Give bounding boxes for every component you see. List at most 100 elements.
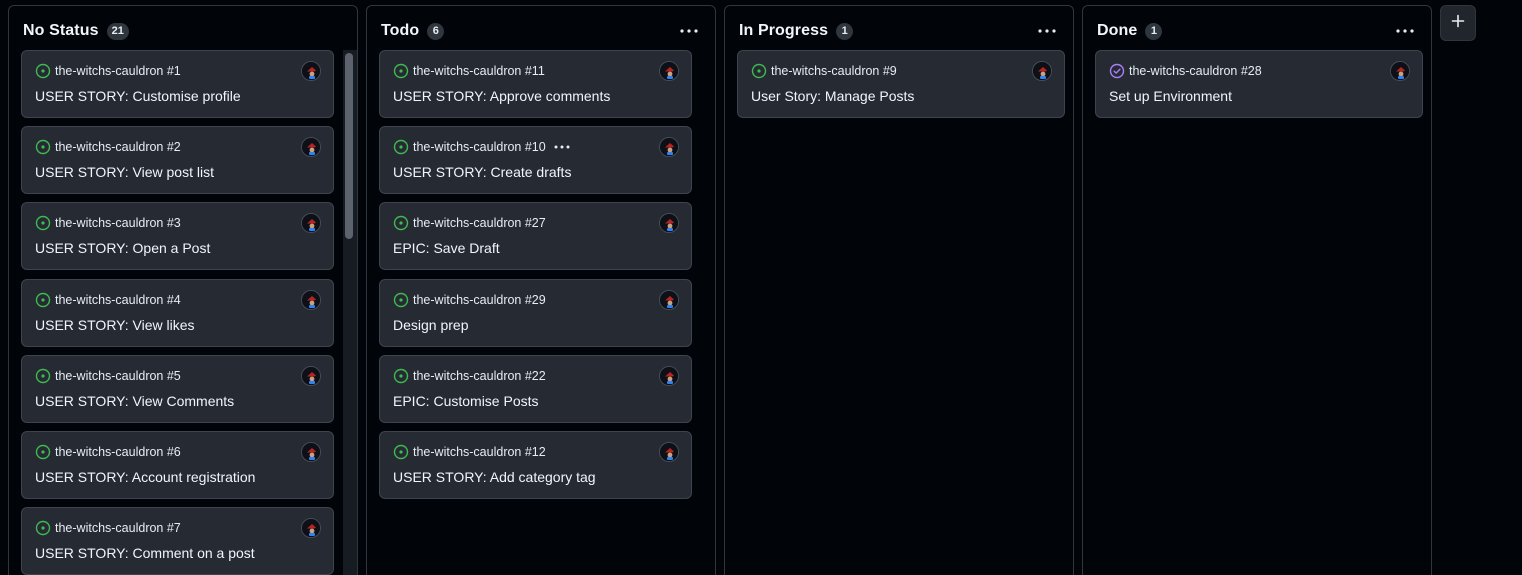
card-meta: the-witchs-cauldron #6 [35, 444, 181, 460]
scrollbar-thumb[interactable] [345, 53, 353, 239]
issue-card[interactable]: the-witchs-cauldron #5 USER STORY: View … [21, 355, 334, 423]
issue-title[interactable]: USER STORY: Account registration [35, 469, 255, 485]
column-title: In Progress [739, 22, 829, 39]
card-meta: the-witchs-cauldron #27 [393, 215, 546, 231]
avatar[interactable] [301, 213, 321, 233]
issue-reference[interactable]: the-witchs-cauldron #3 [55, 216, 181, 230]
issue-card[interactable]: the-witchs-cauldron #28 Set up Environme… [1095, 50, 1423, 118]
issue-card[interactable]: the-witchs-cauldron #1 USER STORY: Custo… [21, 50, 334, 118]
card-meta: the-witchs-cauldron #10 [393, 139, 570, 155]
avatar[interactable] [1032, 61, 1052, 81]
issue-reference[interactable]: the-witchs-cauldron #27 [413, 216, 546, 230]
column-menu-kebab-icon[interactable] [1033, 21, 1061, 41]
card-meta: the-witchs-cauldron #7 [35, 520, 181, 536]
issue-title[interactable]: USER STORY: Add category tag [393, 469, 596, 485]
issue-reference[interactable]: the-witchs-cauldron #2 [55, 140, 181, 154]
avatar[interactable] [659, 61, 679, 81]
issue-reference[interactable]: the-witchs-cauldron #7 [55, 521, 181, 535]
issue-opened-icon [393, 444, 409, 460]
avatar[interactable] [659, 290, 679, 310]
issue-title[interactable]: USER STORY: View Comments [35, 393, 234, 409]
avatar[interactable] [659, 366, 679, 386]
issue-opened-icon [35, 444, 51, 460]
issue-reference[interactable]: the-witchs-cauldron #10 [413, 140, 546, 154]
issue-title[interactable]: USER STORY: View likes [35, 317, 195, 333]
avatar[interactable] [301, 290, 321, 310]
issue-title[interactable]: USER STORY: Comment on a post [35, 545, 255, 561]
card-more-options-icon[interactable] [554, 145, 570, 149]
issue-card[interactable]: the-witchs-cauldron #11 USER STORY: Appr… [379, 50, 692, 118]
card-meta: the-witchs-cauldron #2 [35, 139, 181, 155]
issue-card[interactable]: the-witchs-cauldron #29 Design prep [379, 279, 692, 347]
card-meta: the-witchs-cauldron #22 [393, 368, 546, 384]
avatar[interactable] [301, 442, 321, 462]
issue-opened-icon [393, 63, 409, 79]
issue-opened-icon [35, 215, 51, 231]
issue-opened-icon [35, 520, 51, 536]
avatar[interactable] [1390, 61, 1410, 81]
avatar[interactable] [301, 518, 321, 538]
column-title: No Status [23, 22, 99, 39]
column-no-status: No Status 21 the-witchs-cauldron #1 USER… [8, 5, 358, 575]
column-scrollbar[interactable] [343, 50, 357, 575]
column-count-badge: 1 [836, 22, 854, 40]
issue-title[interactable]: User Story: Manage Posts [751, 88, 914, 104]
column-in-progress: In Progress 1 the-witchs-cauldron #9 Use… [724, 5, 1074, 575]
issue-title[interactable]: USER STORY: Open a Post [35, 240, 210, 256]
column-count-badge: 21 [106, 22, 129, 40]
avatar[interactable] [659, 137, 679, 157]
avatar[interactable] [301, 366, 321, 386]
card-meta: the-witchs-cauldron #4 [35, 292, 181, 308]
column-header: In Progress 1 [739, 20, 1063, 42]
card-meta: the-witchs-cauldron #3 [35, 215, 181, 231]
avatar[interactable] [301, 137, 321, 157]
issue-card[interactable]: the-witchs-cauldron #4 USER STORY: View … [21, 279, 334, 347]
issue-reference[interactable]: the-witchs-cauldron #12 [413, 445, 546, 459]
issue-card[interactable]: the-witchs-cauldron #27 EPIC: Save Draft [379, 202, 692, 270]
issue-reference[interactable]: the-witchs-cauldron #5 [55, 369, 181, 383]
issue-title[interactable]: EPIC: Customise Posts [393, 393, 539, 409]
card-meta: the-witchs-cauldron #9 [751, 63, 897, 79]
avatar[interactable] [301, 61, 321, 81]
issue-opened-icon [35, 63, 51, 79]
column-menu-kebab-icon[interactable] [1391, 21, 1419, 41]
issue-opened-icon [393, 215, 409, 231]
issue-card[interactable]: the-witchs-cauldron #10 USER STORY: Crea… [379, 126, 692, 194]
issue-reference[interactable]: the-witchs-cauldron #28 [1129, 64, 1262, 78]
issue-card[interactable]: the-witchs-cauldron #9 User Story: Manag… [737, 50, 1065, 118]
issue-card[interactable]: the-witchs-cauldron #22 EPIC: Customise … [379, 355, 692, 423]
issue-reference[interactable]: the-witchs-cauldron #1 [55, 64, 181, 78]
issue-opened-icon [35, 368, 51, 384]
issue-title[interactable]: EPIC: Save Draft [393, 240, 500, 256]
issue-card[interactable]: the-witchs-cauldron #7 USER STORY: Comme… [21, 507, 334, 575]
issue-card[interactable]: the-witchs-cauldron #6 USER STORY: Accou… [21, 431, 334, 499]
issue-reference[interactable]: the-witchs-cauldron #9 [771, 64, 897, 78]
issue-title[interactable]: USER STORY: Approve comments [393, 88, 610, 104]
project-board: No Status 21 the-witchs-cauldron #1 USER… [0, 0, 1522, 575]
issue-reference[interactable]: the-witchs-cauldron #11 [413, 64, 545, 78]
card-meta: the-witchs-cauldron #12 [393, 444, 546, 460]
column-menu-kebab-icon[interactable] [675, 21, 703, 41]
column-count-badge: 1 [1145, 22, 1163, 40]
issue-card[interactable]: the-witchs-cauldron #2 USER STORY: View … [21, 126, 334, 194]
avatar[interactable] [659, 442, 679, 462]
issue-opened-icon [751, 63, 767, 79]
column-header: Todo 6 [381, 20, 705, 42]
plus-icon [1451, 14, 1465, 33]
issue-reference[interactable]: the-witchs-cauldron #6 [55, 445, 181, 459]
issue-title[interactable]: USER STORY: Customise profile [35, 88, 241, 104]
issue-card[interactable]: the-witchs-cauldron #12 USER STORY: Add … [379, 431, 692, 499]
issue-card[interactable]: the-witchs-cauldron #3 USER STORY: Open … [21, 202, 334, 270]
column-count-badge: 6 [427, 22, 445, 40]
card-meta: the-witchs-cauldron #11 [393, 63, 545, 79]
issue-reference[interactable]: the-witchs-cauldron #22 [413, 369, 546, 383]
issue-title[interactable]: Set up Environment [1109, 88, 1232, 104]
add-column-button[interactable] [1440, 5, 1476, 41]
issue-reference[interactable]: the-witchs-cauldron #29 [413, 293, 546, 307]
issue-title[interactable]: USER STORY: Create drafts [393, 164, 571, 180]
issue-title[interactable]: USER STORY: View post list [35, 164, 214, 180]
avatar[interactable] [659, 213, 679, 233]
issue-reference[interactable]: the-witchs-cauldron #4 [55, 293, 181, 307]
issue-title[interactable]: Design prep [393, 317, 469, 333]
card-meta: the-witchs-cauldron #28 [1109, 63, 1262, 79]
